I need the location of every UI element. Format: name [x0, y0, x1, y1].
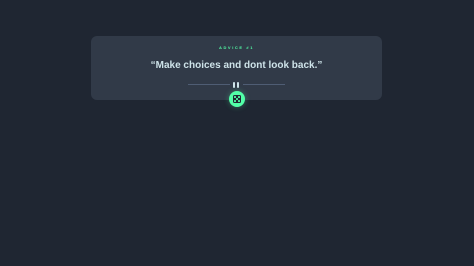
- dice-pip: [234, 100, 236, 102]
- divider-pause-bar-left: [233, 82, 235, 88]
- divider-pause-bar-right: [237, 82, 239, 88]
- dice-pip: [238, 100, 240, 102]
- pattern-divider: [188, 82, 285, 88]
- divider-line-right: [243, 84, 285, 85]
- divider-line-left: [188, 84, 230, 85]
- dice-pip: [238, 96, 240, 98]
- generate-advice-button[interactable]: [229, 91, 245, 107]
- advice-quote: “Make choices and dont look back.”: [150, 60, 323, 71]
- advice-id-label: ADVICE #1: [218, 45, 255, 50]
- dice-icon: [233, 95, 241, 103]
